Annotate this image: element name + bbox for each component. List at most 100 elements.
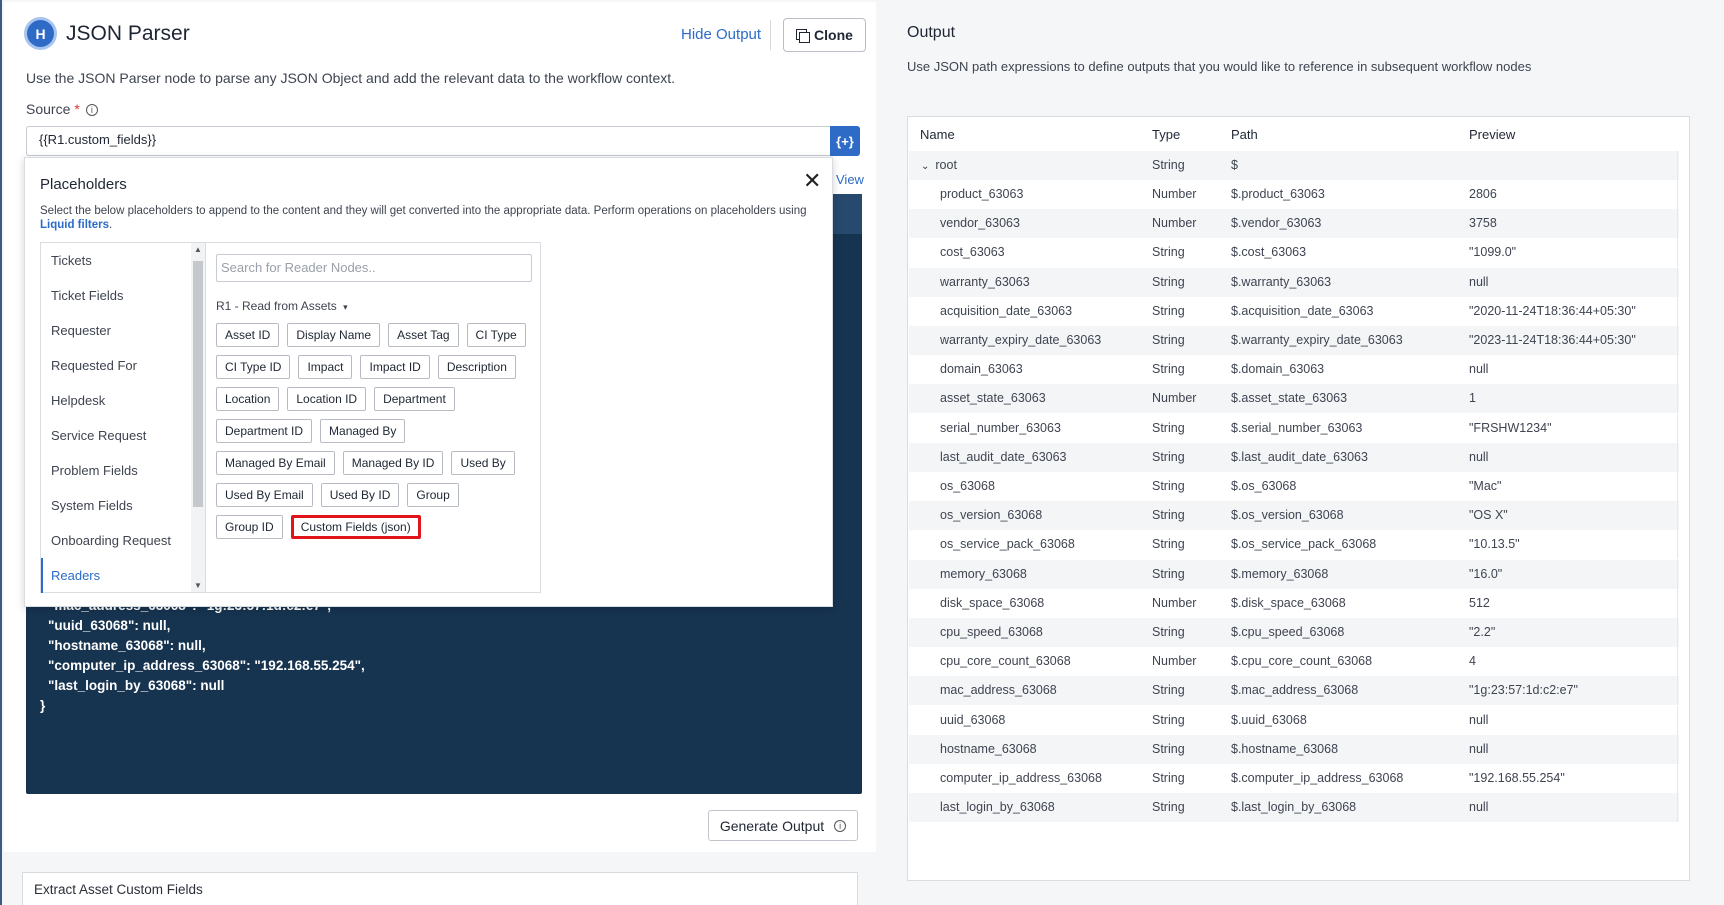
- path-cell: $.uuid_63068: [1231, 712, 1307, 727]
- table-row[interactable]: os_63068 String $.os_63068 "Mac": [909, 472, 1679, 501]
- table-row[interactable]: disk_space_63068 Number $.disk_space_63068…: [909, 588, 1679, 618]
- category-item-requested-for[interactable]: Requested For: [41, 348, 191, 383]
- category-item-helpdesk[interactable]: Helpdesk: [41, 383, 191, 418]
- category-scrollbar[interactable]: ▲ ▼: [191, 243, 205, 592]
- category-item-readers[interactable]: Readers: [41, 558, 191, 593]
- extract-asset-custom-fields-card[interactable]: Extract Asset Custom Fields: [22, 872, 858, 905]
- reader-node-select[interactable]: R1 - Read from Assets ▾: [216, 299, 348, 313]
- table-row[interactable]: hostname_63068 String $.hostname_63068 null: [909, 734, 1679, 764]
- table-row[interactable]: warranty_expiry_date_63063 String $.warran…: [909, 326, 1679, 355]
- name-cell: mac_address_63068: [940, 683, 1057, 698]
- output-title: Output: [907, 24, 956, 41]
- table-row[interactable]: last_audit_date_63063 String $.last_audit_…: [909, 442, 1679, 472]
- name-cell: os_63068: [940, 479, 995, 493]
- table-row-root[interactable]: ⌄ root String $: [909, 151, 1679, 180]
- close-icon[interactable]: ✕: [803, 168, 821, 194]
- chip-display-name[interactable]: Display Name: [287, 323, 381, 347]
- chevron-down-icon[interactable]: ⌄: [921, 161, 929, 172]
- table-row[interactable]: serial_number_63063 String $.serial_number…: [909, 413, 1679, 443]
- category-item-system-fields[interactable]: System Fields: [41, 488, 191, 523]
- scrollbar-thumb[interactable]: [193, 261, 203, 507]
- table-row[interactable]: memory_63068 String $.memory_63068 "16.0": [909, 559, 1679, 589]
- category-item-tickets[interactable]: Tickets: [41, 243, 191, 278]
- chip-ci-type-id[interactable]: CI Type ID: [216, 355, 291, 379]
- clone-button[interactable]: Clone: [783, 18, 866, 52]
- category-item-service-request[interactable]: Service Request: [41, 418, 191, 453]
- category-item-requester[interactable]: Requester: [41, 313, 191, 348]
- path-cell: $.os_service_pack_63068: [1231, 537, 1377, 552]
- table-row[interactable]: vendor_63063 Number $.vendor_63063 3758: [909, 209, 1679, 239]
- source-label-text: Source: [26, 101, 71, 117]
- chip-used-by-email[interactable]: Used By Email: [216, 483, 313, 507]
- preview-cell: "FRSHW1234": [1469, 420, 1552, 435]
- chip-managed-by-email[interactable]: Managed By Email: [216, 451, 335, 475]
- code-line: "uuid_63068": null,: [48, 618, 171, 633]
- chip-used-by-id[interactable]: Used By ID: [320, 483, 400, 507]
- liquid-filters-link[interactable]: Liquid filters: [40, 219, 109, 231]
- row-divider: [1677, 180, 1678, 209]
- insert-placeholder-button[interactable]: {+}: [830, 126, 860, 156]
- chip-asset-tag[interactable]: Asset Tag: [388, 323, 459, 347]
- name-cell: warranty_63063: [940, 274, 1030, 289]
- code-line: }: [40, 698, 46, 713]
- table-row[interactable]: computer_ip_address_63068 String $.compute…: [909, 764, 1679, 793]
- chip-asset-id[interactable]: Asset ID: [216, 323, 280, 347]
- left-panel: H JSON Parser Hide Output Clone Use the …: [0, 0, 878, 905]
- path-cell: $: [1231, 158, 1238, 172]
- placeholders-description-text: Select the below placeholders to append …: [40, 205, 807, 217]
- table-row[interactable]: domain_63063 String $.domain_63063 null: [909, 355, 1679, 385]
- hide-output-link[interactable]: Hide Output: [681, 26, 761, 43]
- placeholder-chips: Asset ID Display Name Asset Tag CI Type …: [216, 323, 536, 547]
- scroll-up-icon[interactable]: ▲: [194, 245, 202, 254]
- info-icon[interactable]: i: [85, 104, 98, 117]
- name-cell: cost_63063: [940, 245, 1005, 260]
- category-item-onboarding-request[interactable]: Onboarding Request: [41, 523, 191, 558]
- left-edge: [0, 0, 2, 905]
- table-row[interactable]: os_version_63068 String $.os_version_63068…: [909, 501, 1679, 531]
- root-name-cell[interactable]: ⌄ root: [921, 158, 957, 172]
- table-row[interactable]: cpu_speed_63068 String $.cpu_speed_63068 "2…: [909, 618, 1679, 647]
- chip-department-id[interactable]: Department ID: [216, 419, 313, 443]
- view-link[interactable]: View: [836, 172, 864, 187]
- chip-department[interactable]: Department: [374, 387, 455, 411]
- chip-custom-fields-json[interactable]: Custom Fields (json): [290, 515, 421, 539]
- category-list: Tickets Ticket Fields Requester Requeste…: [41, 243, 191, 593]
- chip-managed-by-id[interactable]: Managed By ID: [342, 451, 444, 475]
- path-cell: $.cpu_core_count_63068: [1231, 654, 1373, 669]
- chip-location-id[interactable]: Location ID: [287, 387, 367, 411]
- preview-cell: 1: [1469, 391, 1476, 406]
- row-divider: [1677, 326, 1678, 355]
- table-row[interactable]: uuid_63068 String $.uuid_63068 null: [909, 705, 1679, 735]
- table-row[interactable]: acquisition_date_63063 String $.acquisitio…: [909, 296, 1679, 326]
- chip-ci-type[interactable]: CI Type: [466, 323, 526, 347]
- chip-used-by[interactable]: Used By: [451, 451, 515, 475]
- table-row[interactable]: mac_address_63068 String $.mac_address_630…: [909, 676, 1679, 706]
- page-title: JSON Parser: [66, 22, 190, 45]
- table-row[interactable]: os_service_pack_63068 String $.os_service_…: [909, 530, 1679, 560]
- scroll-down-icon[interactable]: ▼: [194, 581, 202, 590]
- table-row[interactable]: asset_state_63063 Number $.asset_state_630…: [909, 384, 1679, 414]
- source-input[interactable]: {{R1.custom_fields}}: [26, 126, 831, 156]
- chip-group-id[interactable]: Group ID: [216, 515, 283, 539]
- type-cell: String: [1152, 449, 1185, 464]
- chip-impact-id[interactable]: Impact ID: [360, 355, 430, 379]
- chip-group[interactable]: Group: [407, 483, 459, 507]
- code-line: "last_login_by_63068": null: [48, 678, 225, 693]
- row-divider: [1677, 705, 1678, 735]
- chip-location[interactable]: Location: [216, 387, 280, 411]
- table-row[interactable]: cpu_core_count_63068 Number $.cpu_core_cou…: [909, 647, 1679, 677]
- chip-impact[interactable]: Impact: [298, 355, 353, 379]
- table-row[interactable]: product_63063 Number $.product_63063 2806: [909, 180, 1679, 209]
- chip-description[interactable]: Description: [437, 355, 516, 379]
- table-row[interactable]: cost_63063 String $.cost_63063 "1099.0": [909, 238, 1679, 268]
- preview-cell: null: [1469, 741, 1489, 756]
- generate-output-button[interactable]: Generate Output i: [708, 810, 858, 841]
- table-row[interactable]: last_login_by_63068 String $.last_login_by…: [909, 793, 1679, 823]
- chip-managed-by[interactable]: Managed By: [320, 419, 406, 443]
- reader-search-input[interactable]: Search for Reader Nodes..: [216, 254, 532, 282]
- table-row[interactable]: warranty_63063 String $.warranty_63063 null: [909, 267, 1679, 297]
- column-header-name: Name: [920, 127, 955, 142]
- category-item-ticket-fields[interactable]: Ticket Fields: [41, 278, 191, 313]
- category-item-problem-fields[interactable]: Problem Fields: [41, 453, 191, 488]
- row-divider: [1677, 209, 1678, 239]
